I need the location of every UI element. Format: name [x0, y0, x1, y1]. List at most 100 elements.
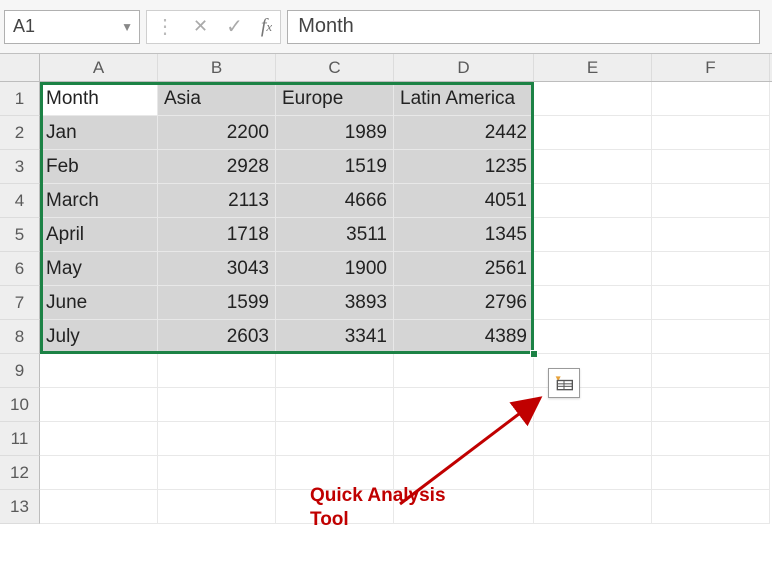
- cell[interactable]: Europe: [276, 82, 394, 116]
- cell[interactable]: [652, 354, 770, 388]
- cell[interactable]: 1519: [276, 150, 394, 184]
- cell[interactable]: [40, 422, 158, 456]
- row-header[interactable]: 13: [0, 490, 40, 524]
- fx-icon[interactable]: fx: [261, 15, 272, 38]
- cell[interactable]: [534, 150, 652, 184]
- cell[interactable]: [652, 116, 770, 150]
- cell[interactable]: [394, 388, 534, 422]
- cell[interactable]: [40, 456, 158, 490]
- row-header[interactable]: 5: [0, 218, 40, 252]
- cell[interactable]: [394, 456, 534, 490]
- row-header[interactable]: 1: [0, 82, 40, 116]
- formula-input[interactable]: Month: [287, 10, 760, 44]
- cell[interactable]: [158, 490, 276, 524]
- row-header[interactable]: 3: [0, 150, 40, 184]
- row-header[interactable]: 9: [0, 354, 40, 388]
- row-header[interactable]: 11: [0, 422, 40, 456]
- row-header[interactable]: 6: [0, 252, 40, 286]
- cell[interactable]: 2928: [158, 150, 276, 184]
- cell[interactable]: 3511: [276, 218, 394, 252]
- cell[interactable]: 3341: [276, 320, 394, 354]
- cell[interactable]: June: [40, 286, 158, 320]
- cell[interactable]: [276, 388, 394, 422]
- cell[interactable]: Month: [40, 82, 158, 116]
- cell[interactable]: 1989: [276, 116, 394, 150]
- cell[interactable]: 1345: [394, 218, 534, 252]
- row-header[interactable]: 2: [0, 116, 40, 150]
- cell[interactable]: Jan: [40, 116, 158, 150]
- cell[interactable]: 3043: [158, 252, 276, 286]
- cell[interactable]: Latin America: [394, 82, 534, 116]
- cell[interactable]: [158, 456, 276, 490]
- column-header[interactable]: B: [158, 54, 276, 81]
- cell[interactable]: 3893: [276, 286, 394, 320]
- cell[interactable]: [534, 252, 652, 286]
- cell[interactable]: 4389: [394, 320, 534, 354]
- cell[interactable]: [534, 422, 652, 456]
- cell[interactable]: 2603: [158, 320, 276, 354]
- cell[interactable]: [40, 490, 158, 524]
- row-header[interactable]: 4: [0, 184, 40, 218]
- column-header[interactable]: A: [40, 54, 158, 81]
- cell[interactable]: 2561: [394, 252, 534, 286]
- cell[interactable]: [534, 286, 652, 320]
- column-header[interactable]: E: [534, 54, 652, 81]
- cell[interactable]: May: [40, 252, 158, 286]
- cell[interactable]: [652, 150, 770, 184]
- cell[interactable]: [652, 82, 770, 116]
- cell[interactable]: [534, 116, 652, 150]
- cell[interactable]: [276, 354, 394, 388]
- row-header[interactable]: 8: [0, 320, 40, 354]
- cell[interactable]: [534, 218, 652, 252]
- cell[interactable]: 4666: [276, 184, 394, 218]
- cell[interactable]: [534, 320, 652, 354]
- cell[interactable]: [652, 184, 770, 218]
- column-header[interactable]: D: [394, 54, 534, 81]
- cell[interactable]: 2796: [394, 286, 534, 320]
- cell[interactable]: 1900: [276, 252, 394, 286]
- enter-icon[interactable]: ✓: [226, 14, 243, 39]
- cell[interactable]: [276, 456, 394, 490]
- cell[interactable]: [40, 354, 158, 388]
- cell[interactable]: [652, 218, 770, 252]
- cell[interactable]: 1235: [394, 150, 534, 184]
- cell[interactable]: July: [40, 320, 158, 354]
- row-header[interactable]: 12: [0, 456, 40, 490]
- cell[interactable]: [394, 490, 534, 524]
- cell[interactable]: Asia: [158, 82, 276, 116]
- cell[interactable]: [652, 252, 770, 286]
- cell[interactable]: [652, 320, 770, 354]
- cell[interactable]: [652, 490, 770, 524]
- cell[interactable]: [652, 456, 770, 490]
- cell[interactable]: [394, 354, 534, 388]
- cell[interactable]: March: [40, 184, 158, 218]
- cell[interactable]: [276, 490, 394, 524]
- cell[interactable]: [158, 388, 276, 422]
- cell[interactable]: Feb: [40, 150, 158, 184]
- cell[interactable]: [534, 490, 652, 524]
- cell[interactable]: [158, 354, 276, 388]
- cancel-icon[interactable]: ✕: [193, 16, 208, 37]
- cell[interactable]: 1718: [158, 218, 276, 252]
- expand-formula-icon[interactable]: ⋮: [155, 22, 175, 32]
- cell[interactable]: April: [40, 218, 158, 252]
- cell[interactable]: 2442: [394, 116, 534, 150]
- cell[interactable]: [394, 422, 534, 456]
- name-box[interactable]: A1 ▼: [4, 10, 140, 44]
- cell[interactable]: [652, 388, 770, 422]
- cell[interactable]: 2113: [158, 184, 276, 218]
- cell[interactable]: 4051: [394, 184, 534, 218]
- cell[interactable]: [158, 422, 276, 456]
- cell[interactable]: [652, 422, 770, 456]
- cell[interactable]: [534, 82, 652, 116]
- column-header[interactable]: C: [276, 54, 394, 81]
- cell[interactable]: [534, 184, 652, 218]
- cell[interactable]: [276, 422, 394, 456]
- row-header[interactable]: 7: [0, 286, 40, 320]
- cell[interactable]: [652, 286, 770, 320]
- quick-analysis-button[interactable]: [548, 368, 580, 398]
- cell[interactable]: [40, 388, 158, 422]
- row-header[interactable]: 10: [0, 388, 40, 422]
- fill-handle[interactable]: [530, 350, 538, 358]
- select-all-corner[interactable]: [0, 54, 40, 81]
